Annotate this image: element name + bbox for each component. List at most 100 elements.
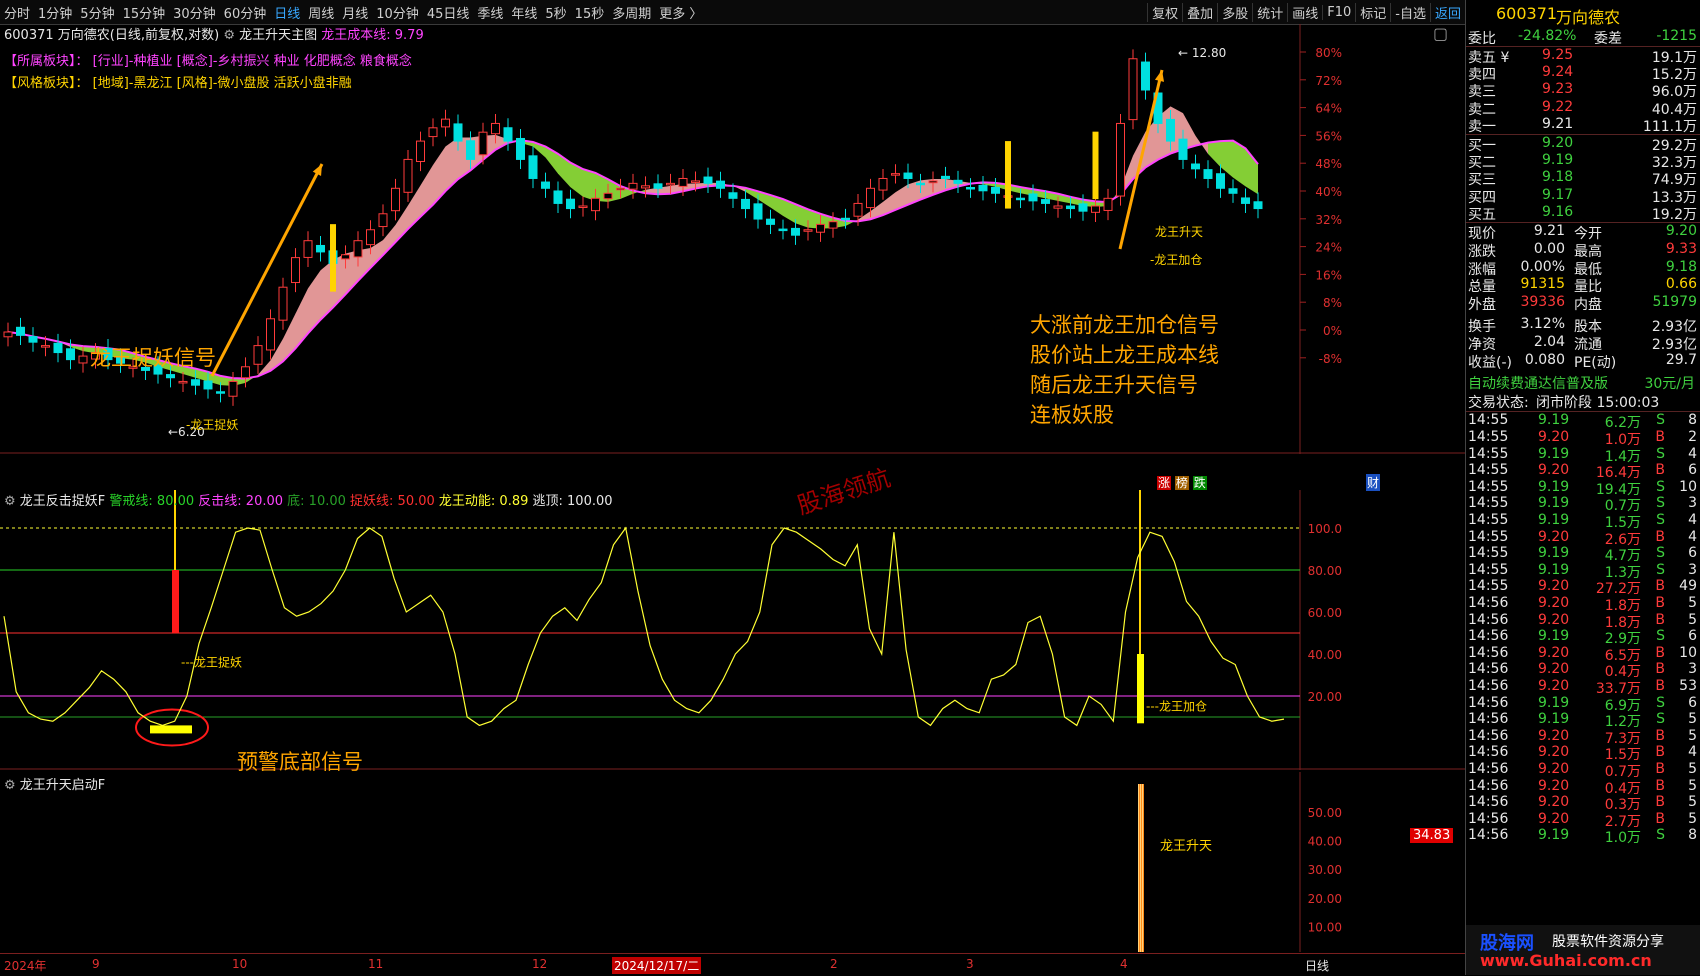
period-tab[interactable]: 15秒 xyxy=(571,3,609,22)
candle[interactable] xyxy=(1228,179,1238,203)
candle[interactable] xyxy=(416,131,425,172)
candle[interactable] xyxy=(778,219,788,240)
promo-row[interactable]: 自动续费通达信普及版 30元/月 xyxy=(1466,373,1700,393)
panel-menu[interactable]: ▢ xyxy=(1433,24,1463,44)
period-tab[interactable]: 季线 xyxy=(473,3,507,22)
candle[interactable] xyxy=(1103,188,1113,221)
candle[interactable] xyxy=(16,317,25,345)
candle[interactable] xyxy=(428,118,438,147)
badge-cai[interactable]: 财 xyxy=(1366,474,1381,491)
candle[interactable] xyxy=(266,309,275,360)
ask-row[interactable]: 卖四 9.24 15.2万 xyxy=(1466,64,1700,83)
candle[interactable] xyxy=(1203,160,1213,189)
toolbar-button[interactable]: F10 xyxy=(1322,4,1355,20)
bid-row[interactable]: 买一 9.20 29.2万 xyxy=(1466,135,1700,154)
candle[interactable] xyxy=(578,196,588,217)
gear-icon[interactable]: ⚙ xyxy=(223,28,235,43)
candle[interactable] xyxy=(378,204,388,237)
bid-row[interactable]: 买五 9.16 19.2万 xyxy=(1466,204,1700,223)
candle[interactable] xyxy=(991,177,1000,203)
candle[interactable] xyxy=(1241,188,1250,214)
candle[interactable] xyxy=(891,164,900,184)
candle[interactable] xyxy=(1116,114,1125,206)
startup-name[interactable]: 龙王升天启动F xyxy=(20,778,105,793)
candle[interactable] xyxy=(3,322,13,347)
period-tab[interactable]: 45日线 xyxy=(423,3,474,22)
candle[interactable] xyxy=(303,231,313,268)
candle[interactable] xyxy=(966,178,975,198)
ask-row[interactable]: 卖一 9.21 111.1万 xyxy=(1466,116,1700,135)
toolbar-button[interactable]: 叠加 xyxy=(1182,2,1217,22)
toolbar-button[interactable]: 标记 xyxy=(1355,2,1390,22)
badge-row: 涨 榜 跌 xyxy=(1157,474,1207,491)
bid-row[interactable]: 买三 9.18 74.9万 xyxy=(1466,169,1700,188)
period-tab[interactable]: 60分钟 xyxy=(220,3,271,22)
period-tab[interactable]: 分时 xyxy=(0,3,34,22)
candle[interactable] xyxy=(628,173,638,199)
candle[interactable] xyxy=(553,181,563,214)
period-tab[interactable]: 月线 xyxy=(338,3,372,22)
candle[interactable] xyxy=(516,129,525,170)
candle[interactable] xyxy=(503,118,513,151)
candle[interactable] xyxy=(978,175,988,201)
period-tab[interactable]: 5秒 xyxy=(541,3,570,22)
ask-row[interactable]: 卖五 ¥9.25 19.1万 xyxy=(1466,47,1700,66)
candle[interactable] xyxy=(28,327,38,352)
gear-icon[interactable]: ⚙ xyxy=(4,494,16,509)
gear-icon[interactable]: ⚙ xyxy=(4,778,16,793)
stat-value: 91315 xyxy=(1520,276,1565,293)
candle[interactable] xyxy=(403,149,413,202)
indicator-name[interactable]: 龙王升天主图 xyxy=(239,28,317,43)
candle[interactable] xyxy=(1191,154,1200,179)
candle[interactable] xyxy=(716,171,725,198)
candle[interactable] xyxy=(541,172,550,198)
period-tab[interactable]: 多周期 xyxy=(608,3,655,22)
period-tab[interactable]: 1分钟 xyxy=(34,3,76,22)
badge-die[interactable]: 跌 xyxy=(1192,476,1207,490)
period-tab[interactable]: 15分钟 xyxy=(119,3,170,22)
promo-text: 自动续费通达信普及版 xyxy=(1468,376,1608,393)
oscillator-chart[interactable]: 100.0 80.00 60.00 40.00 20.00 ---龙王捉妖 ---龙王加仓 xyxy=(0,490,1465,770)
candle[interactable] xyxy=(291,248,300,293)
period-tab[interactable]: 更多 〉 xyxy=(655,3,706,22)
candle[interactable] xyxy=(253,336,263,374)
candle[interactable] xyxy=(1128,49,1138,130)
toolbar-button[interactable]: 画线 xyxy=(1287,2,1322,22)
candle[interactable] xyxy=(1253,192,1263,219)
period-tab[interactable]: 日线 xyxy=(270,3,304,22)
candle[interactable] xyxy=(703,167,713,193)
badge-bang[interactable]: 榜 xyxy=(1174,476,1189,490)
period-tab[interactable]: 周线 xyxy=(304,3,338,22)
period-tab[interactable]: 10分钟 xyxy=(372,3,423,22)
candle[interactable] xyxy=(741,189,750,219)
candle[interactable] xyxy=(53,333,63,363)
bid-row[interactable]: 买二 9.19 32.3万 xyxy=(1466,152,1700,171)
period-tab[interactable]: 30分钟 xyxy=(169,3,220,22)
candle[interactable] xyxy=(441,109,450,137)
toolbar-button[interactable]: -自选 xyxy=(1390,2,1430,22)
candle[interactable] xyxy=(391,178,400,221)
candle[interactable] xyxy=(278,277,288,330)
toolbar-button[interactable]: 复权 xyxy=(1147,2,1182,22)
candle[interactable] xyxy=(766,209,775,234)
candle[interactable] xyxy=(1216,164,1225,198)
candle[interactable] xyxy=(316,236,325,262)
period-tab[interactable]: 5分钟 xyxy=(76,3,118,22)
candle[interactable] xyxy=(528,146,538,189)
toolbar-button[interactable]: 统计 xyxy=(1252,2,1287,22)
bid-row[interactable]: 买四 9.17 13.3万 xyxy=(1466,187,1700,206)
startup-chart[interactable]: 50.00 40.00 30.00 20.00 10.00 龙王升天 xyxy=(0,772,1465,952)
candle[interactable] xyxy=(878,169,888,200)
candle[interactable] xyxy=(1141,52,1150,100)
candle[interactable] xyxy=(178,372,188,393)
candle[interactable] xyxy=(953,170,963,193)
ask-row[interactable]: 卖二 9.22 40.4万 xyxy=(1466,99,1700,118)
toolbar-button[interactable]: 多股 xyxy=(1217,2,1252,22)
candle[interactable] xyxy=(566,189,575,219)
osc-name[interactable]: 龙王反击捉妖F xyxy=(20,494,105,509)
badge-zhang[interactable]: 涨 xyxy=(1157,476,1172,490)
close-icon[interactable]: ▢ xyxy=(1433,24,1448,43)
period-tab[interactable]: 年线 xyxy=(507,3,541,22)
ask-row[interactable]: 卖三 9.23 96.0万 xyxy=(1466,81,1700,100)
back-button[interactable]: 返回 xyxy=(1429,2,1465,22)
